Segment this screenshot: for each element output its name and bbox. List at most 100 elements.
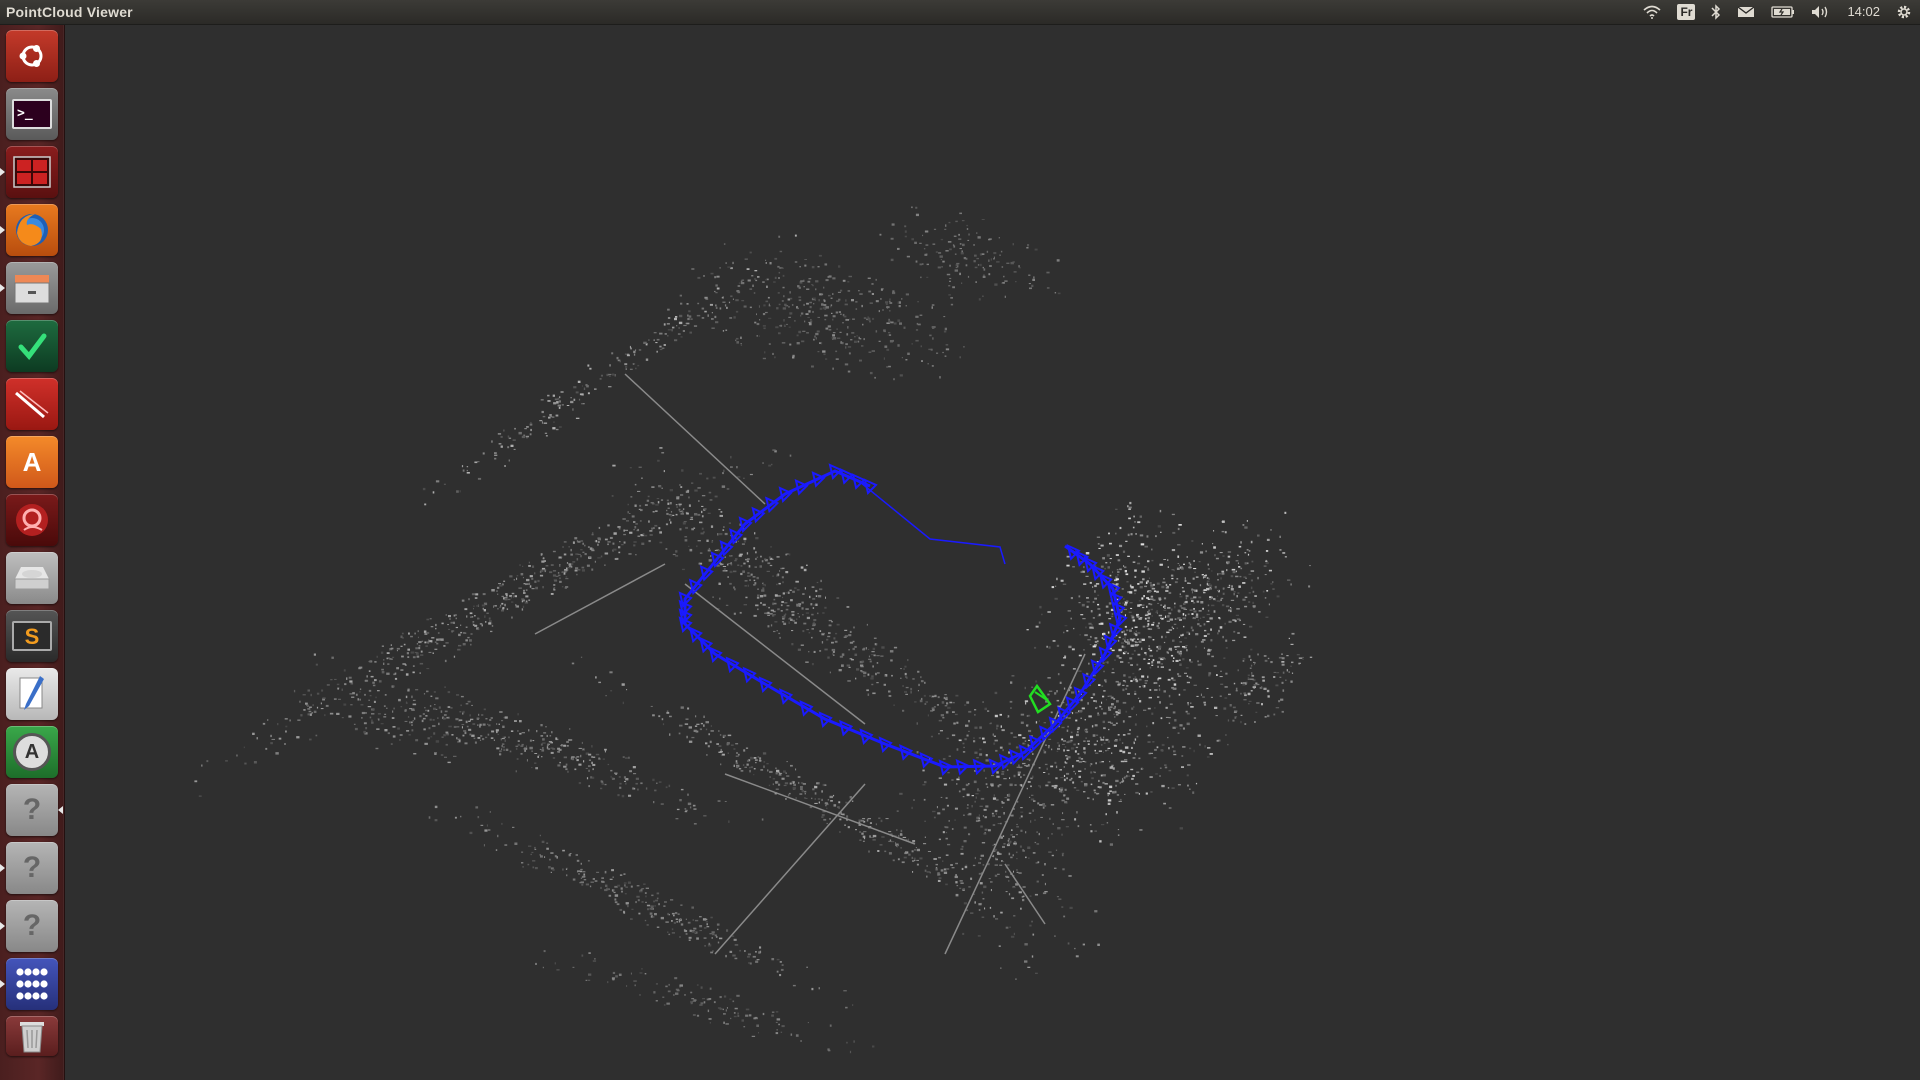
gear-icon[interactable] xyxy=(1888,0,1920,24)
cloud-point xyxy=(1128,716,1132,718)
disk-drive-icon[interactable] xyxy=(6,552,58,604)
cloud-point xyxy=(778,271,781,274)
cloud-point xyxy=(915,206,918,209)
cloud-point xyxy=(1027,743,1029,746)
cloud-point xyxy=(722,753,725,756)
software-center-icon[interactable]: A xyxy=(6,436,58,488)
pointcloud-viewport[interactable] xyxy=(65,24,1920,1080)
cloud-point xyxy=(633,363,636,365)
cloud-point xyxy=(456,490,459,493)
cloud-point xyxy=(1118,602,1121,604)
cloud-point xyxy=(461,724,465,726)
unknown-app-icon-2[interactable]: ? xyxy=(6,842,58,894)
cloud-point xyxy=(1144,566,1147,568)
workspace-switcher-icon[interactable] xyxy=(6,146,58,198)
cloud-point xyxy=(647,908,650,911)
cloud-point xyxy=(1165,716,1169,718)
show-applications-icon[interactable] xyxy=(6,958,58,1010)
cloud-point xyxy=(557,750,560,753)
wifi-icon[interactable] xyxy=(1635,0,1669,24)
cloud-point xyxy=(633,544,636,547)
cloud-point xyxy=(567,770,569,773)
cloud-point xyxy=(876,662,879,664)
text-editor-icon[interactable] xyxy=(6,668,58,720)
battery-icon[interactable] xyxy=(1763,0,1803,24)
software-updater-icon[interactable]: A xyxy=(6,726,58,778)
cloud-point xyxy=(1006,864,1010,867)
cloud-point xyxy=(703,1001,706,1004)
cloud-point xyxy=(437,632,440,634)
clock[interactable]: 14:02 xyxy=(1839,0,1888,24)
cloud-point xyxy=(755,604,759,607)
cloud-point xyxy=(811,613,814,616)
cloud-point xyxy=(1109,558,1112,560)
cloud-point xyxy=(384,694,387,696)
cloud-point xyxy=(427,737,430,740)
cloud-point xyxy=(1046,271,1050,274)
cloud-point xyxy=(1136,714,1137,716)
document-viewer-icon[interactable] xyxy=(6,378,58,430)
cloud-point xyxy=(1141,647,1143,650)
cloud-point xyxy=(588,759,591,761)
cloud-point xyxy=(1097,714,1100,716)
cloud-point xyxy=(503,746,505,749)
unknown-app-icon-1[interactable]: ? xyxy=(6,784,58,836)
cloud-point xyxy=(841,342,844,345)
cloud-point xyxy=(1097,594,1100,596)
cloud-point xyxy=(324,714,326,717)
cloud-point xyxy=(1126,600,1129,603)
trash-icon[interactable] xyxy=(6,1016,58,1056)
unknown-app-icon-3[interactable]: ? xyxy=(6,900,58,952)
cloud-point xyxy=(1125,601,1128,604)
cloud-point xyxy=(497,608,499,610)
cloud-point xyxy=(633,773,637,775)
cloud-point xyxy=(556,969,560,971)
cloud-point xyxy=(404,664,407,666)
cloud-point xyxy=(743,749,746,752)
cloud-point xyxy=(824,318,827,321)
cloud-point xyxy=(755,279,758,282)
cloud-point xyxy=(994,714,998,718)
cloud-point xyxy=(1098,623,1102,625)
volume-icon[interactable] xyxy=(1803,0,1839,24)
cloud-point xyxy=(762,313,766,316)
terminal-icon[interactable]: >_ xyxy=(6,88,58,140)
cloud-point xyxy=(1233,593,1235,596)
cloud-point xyxy=(831,312,833,314)
cloud-point xyxy=(485,736,488,739)
cloud-point xyxy=(1186,774,1189,777)
cloud-point xyxy=(578,763,582,766)
cloud-point xyxy=(674,977,678,980)
cloud-point xyxy=(1219,676,1223,678)
cloud-point xyxy=(1182,590,1185,593)
cloud-point xyxy=(920,276,922,279)
cloud-point xyxy=(765,279,768,281)
cloud-point xyxy=(1192,577,1195,580)
dash-home-icon[interactable] xyxy=(6,30,58,82)
cloud-point xyxy=(719,583,721,585)
cloud-point xyxy=(762,752,767,755)
cloud-point xyxy=(1014,843,1017,846)
cloud-point xyxy=(1235,687,1238,691)
cloud-point xyxy=(1061,852,1065,855)
cloud-point xyxy=(1290,643,1294,645)
bluetooth-icon[interactable] xyxy=(1703,0,1729,24)
cloud-point xyxy=(588,769,590,772)
cloud-point xyxy=(882,309,884,311)
cloud-point xyxy=(423,728,426,731)
cloud-point xyxy=(485,621,487,623)
cloud-point xyxy=(900,829,903,833)
mail-icon[interactable] xyxy=(1729,0,1763,24)
cloud-point xyxy=(1115,680,1119,683)
cloud-point xyxy=(871,293,874,295)
pointcloud-canvas[interactable] xyxy=(65,24,1920,1080)
keyboard-layout-indicator[interactable]: Fr xyxy=(1669,0,1703,24)
sublime-text-icon[interactable]: S xyxy=(6,610,58,662)
firefox-icon[interactable] xyxy=(6,204,58,256)
ros-app-icon[interactable] xyxy=(6,494,58,546)
checkbox-app-icon[interactable] xyxy=(6,320,58,372)
cloud-point xyxy=(531,750,533,752)
cloud-point xyxy=(1008,838,1010,841)
cloud-point xyxy=(978,819,981,822)
files-icon[interactable] xyxy=(6,262,58,314)
